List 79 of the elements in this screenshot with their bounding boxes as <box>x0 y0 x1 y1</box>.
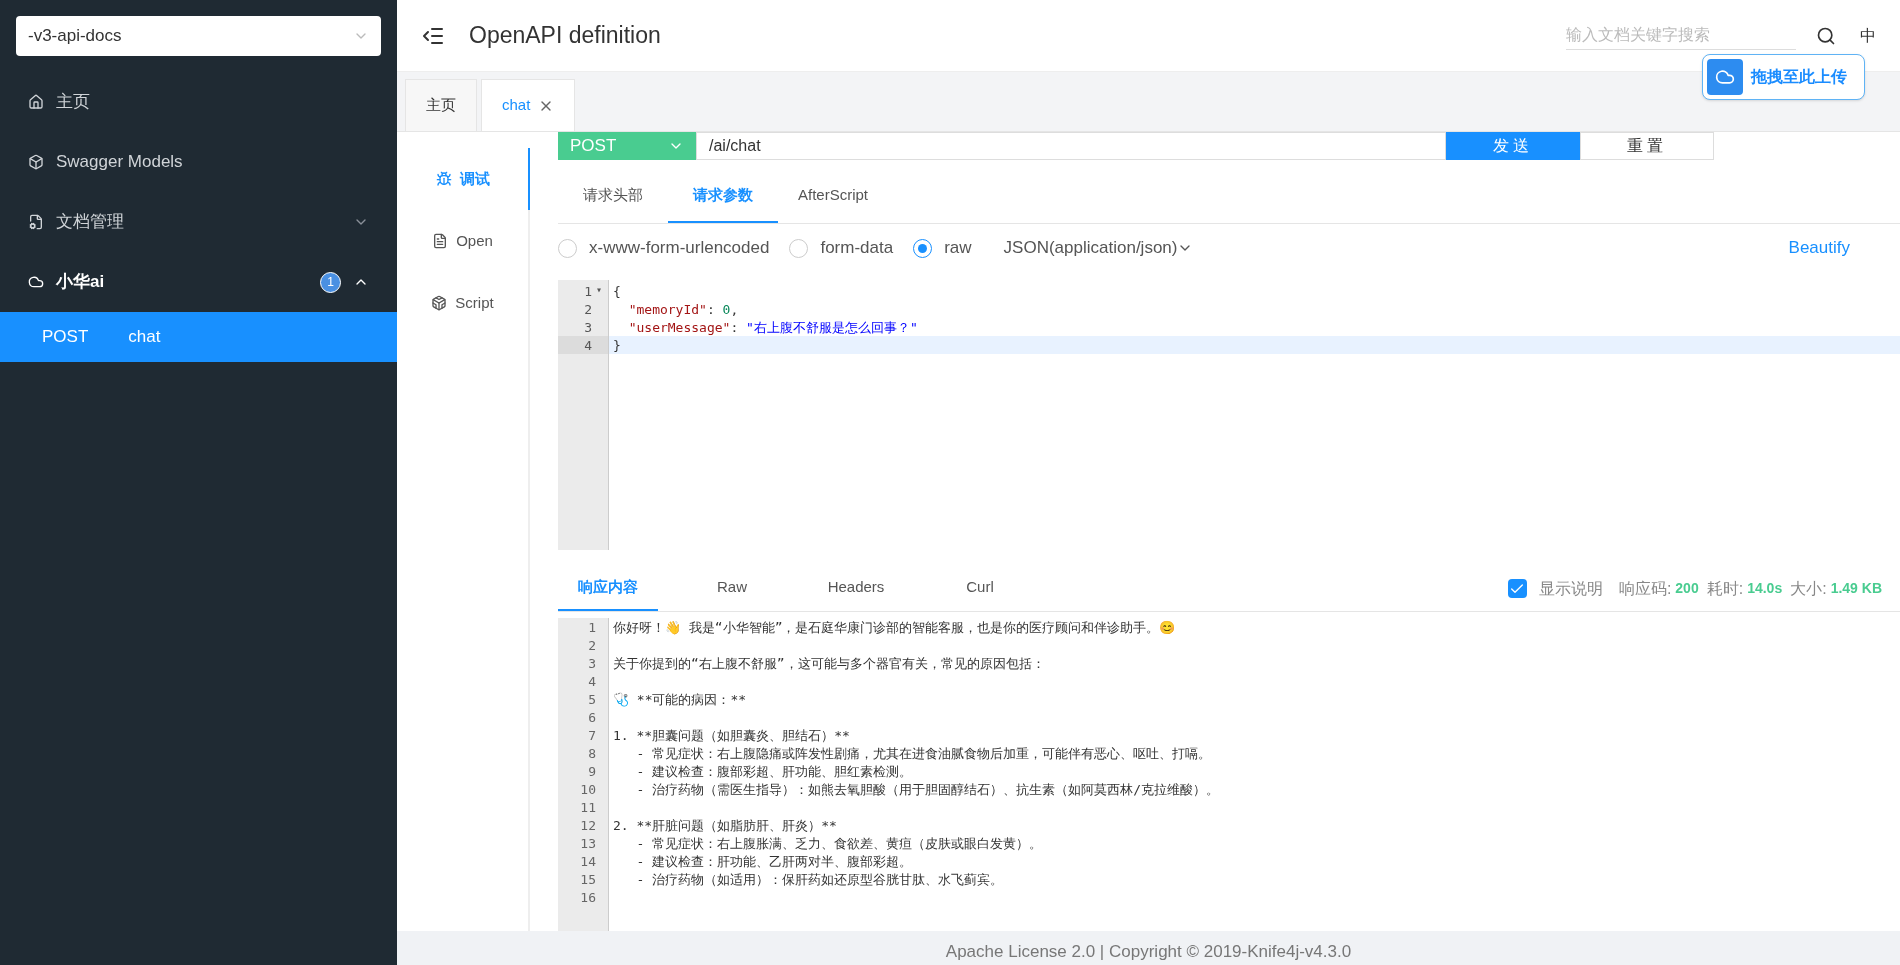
cloud-icon <box>1707 59 1743 95</box>
line-number: 9 <box>587 763 597 780</box>
menu-item[interactable]: Swagger Models <box>0 132 397 192</box>
line-number: 13 <box>579 835 597 852</box>
line-number: 2 <box>583 301 593 318</box>
code-line: 2. **肝脏问题（如脂肪肝、肝炎）** <box>612 817 838 834</box>
checkbox[interactable] <box>1507 579 1527 598</box>
line-number: 5 <box>587 691 597 708</box>
content-type-select[interactable]: JSON(application/json) <box>1003 235 1194 261</box>
document-icon <box>28 214 44 230</box>
line-number: 8 <box>587 745 597 762</box>
count-badge: 1 <box>320 271 341 293</box>
stat-label: 耗时: <box>1706 578 1744 599</box>
reset-button[interactable]: 重置 <box>1580 132 1714 160</box>
line-number: 12 <box>579 817 597 834</box>
code-line: "userMessage": "右上腹不舒服是怎么回事？" <box>627 319 919 336</box>
line-number: 10 <box>579 781 597 798</box>
cloud-icon <box>28 274 44 290</box>
api-name: chat <box>128 326 161 349</box>
stat-value: 1.49 KB <box>1830 579 1882 598</box>
line-number: 3 <box>583 319 593 336</box>
code-line: 🩺 **可能的病因：** <box>612 691 748 708</box>
code-line: - 常见症状：右上腹隐痛或阵发性剧痛，尤其在进食油腻食物后加重，可能伴有恶心、呕吐、打嗝。 <box>635 745 1213 762</box>
cube-icon <box>28 154 44 170</box>
code-line: 关于你提到的“右上腹不舒服”，这可能与多个器官有关，常见的原因包括： <box>612 655 1046 672</box>
menu-item[interactable]: 主页 <box>0 72 397 132</box>
code-line: - 治疗药物（需医生指导）：如熊去氧胆酸（用于胆固醇结石）、抗生素（如阿莫西林/克拉维酸）。 <box>635 781 1220 798</box>
line-number: 16 <box>579 889 597 906</box>
radio-label: form-data <box>820 237 894 260</box>
search-field[interactable]: 输入文档关键字搜索 <box>1566 21 1796 50</box>
menu-item[interactable]: 文档管理 <box>0 192 397 252</box>
line-number: 6 <box>587 709 597 726</box>
code-line: - 建议检查：肝功能、乙肝两对半、腹部彩超。 <box>635 853 914 870</box>
line-number: 11 <box>579 799 597 816</box>
param-tab[interactable]: AfterScript <box>778 170 888 223</box>
line-number: 7 <box>587 727 597 744</box>
code-line: 1. **胆囊问题（如胆囊炎、胆结石）** <box>612 727 851 744</box>
menu-item[interactable]: 小华ai 1 <box>0 252 397 312</box>
stat-value: 14.0s <box>1747 579 1783 598</box>
search-icon <box>1816 25 1836 46</box>
home-icon <box>28 94 44 110</box>
code-line: - 建议检查：腹部彩超、肝功能、胆红素检测。 <box>635 763 914 780</box>
line-number: 4 <box>558 336 608 354</box>
method-label: POST <box>42 326 89 349</box>
code-line: - 治疗药物（如适用）：保肝药如还原型谷胱甘肽、水飞蓟宾。 <box>635 871 1005 888</box>
line-number: 2 <box>587 637 597 654</box>
footer-text: Apache License 2.0 | Copyright © 2019-Knife4j-v4.3.0 <box>945 941 1352 963</box>
side-tab[interactable]: Script <box>397 272 530 334</box>
line-number: 14 <box>579 853 597 870</box>
response-tab[interactable]: Headers <box>806 566 906 611</box>
line-number: 1 <box>587 619 597 636</box>
stat-label: 大小: <box>1790 578 1827 599</box>
checkbox-label: 显示说明 <box>1538 578 1603 599</box>
bug-icon <box>435 171 452 187</box>
stat-label: 响应码: <box>1618 578 1672 599</box>
language-label: 中 <box>1860 25 1876 46</box>
code-line: "memoryId": 0, <box>627 301 740 318</box>
code-line: 你好呀！👋 我是“小华智能”，是石庭华康门诊部的智能客服，也是你的医疗顾问和伴诊助手。😊 <box>612 619 1177 636</box>
line-number: 4 <box>587 673 597 690</box>
fold-toggle[interactable]: ▾ <box>596 284 603 295</box>
group-select[interactable]: -v3-api-docs <box>16 16 381 56</box>
stat-value: 200 <box>1675 579 1699 598</box>
page-title: OpenAPI definition <box>469 21 662 51</box>
document-icon <box>432 233 449 249</box>
side-tab[interactable]: Open <box>397 210 530 272</box>
line-number: 3 <box>587 655 597 672</box>
param-tab[interactable]: 请求头部 <box>558 170 668 223</box>
request-editor[interactable]: 1 ▾ 2 3 4 { "memoryId": 0, "userMessage": "右上腹不舒服是怎么回事？" } <box>558 280 1900 550</box>
code-line: { <box>612 283 622 300</box>
response-tab[interactable]: Raw <box>682 566 782 611</box>
page-tab[interactable]: 主页 <box>405 79 477 131</box>
url-field[interactable]: /ai/chat <box>696 132 1446 160</box>
line-number: 1 ▾ <box>583 283 604 300</box>
radio-label: x-www-form-urlencoded <box>589 237 770 260</box>
response-tab[interactable]: Curl <box>930 566 1030 611</box>
cube-icon <box>431 295 448 311</box>
code-line: - 常见症状：右上腹胀满、乏力、食欲差、黄疸（皮肤或眼白发黄）。 <box>635 835 1044 852</box>
line-number: 15 <box>579 871 597 888</box>
radio-label: raw <box>944 237 972 260</box>
